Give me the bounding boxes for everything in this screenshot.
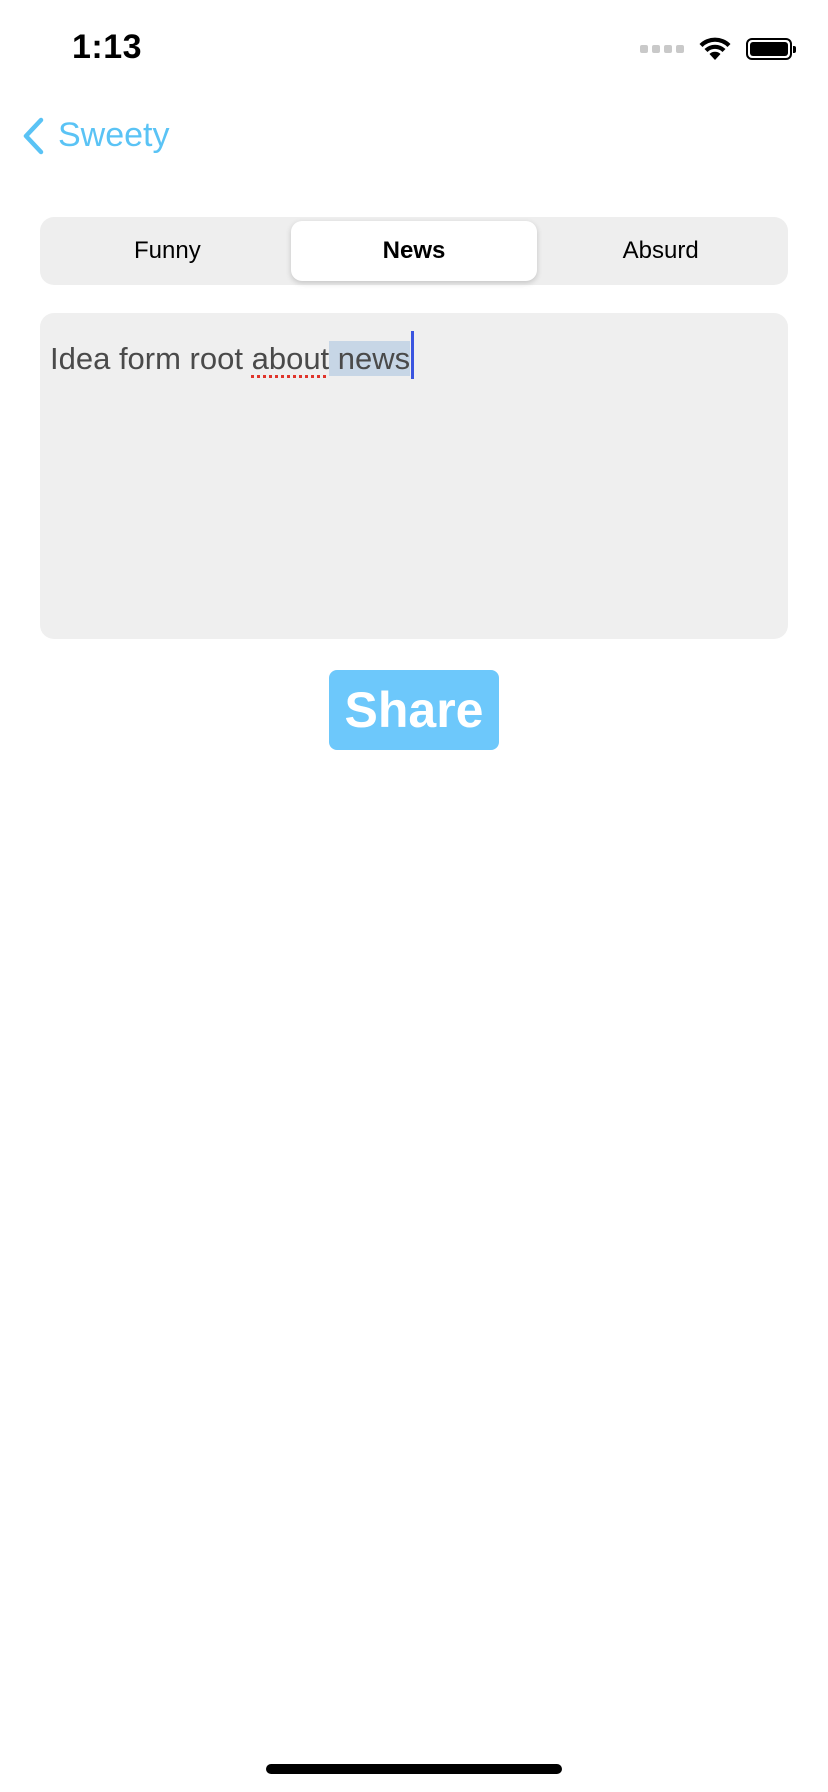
text-caret [411, 331, 415, 379]
home-indicator[interactable] [266, 1764, 562, 1774]
misspelled-word: about [251, 341, 330, 376]
segment-funny[interactable]: Funny [44, 221, 291, 281]
status-time: 1:13 [72, 28, 143, 66]
chevron-left-icon [23, 117, 44, 154]
category-segmented-control[interactable]: Funny News Absurd [40, 217, 788, 285]
segment-absurd[interactable]: Absurd [537, 221, 784, 281]
back-button[interactable]: Sweety [22, 116, 170, 155]
idea-text: Idea form root about news [50, 331, 778, 381]
text-part: Idea form root [50, 341, 252, 376]
segment-news[interactable]: News [290, 221, 538, 281]
text-space [329, 341, 338, 376]
battery-icon [746, 38, 796, 60]
back-label: Sweety [58, 116, 170, 154]
status-icons [640, 36, 796, 62]
selected-word: news [337, 341, 411, 376]
idea-text-area[interactable]: Idea form root about news [40, 313, 788, 639]
status-bar: 1:13 [0, 0, 828, 100]
cellular-signal-icon [640, 45, 684, 53]
share-button[interactable]: Share [329, 670, 499, 750]
wifi-icon [699, 37, 731, 60]
